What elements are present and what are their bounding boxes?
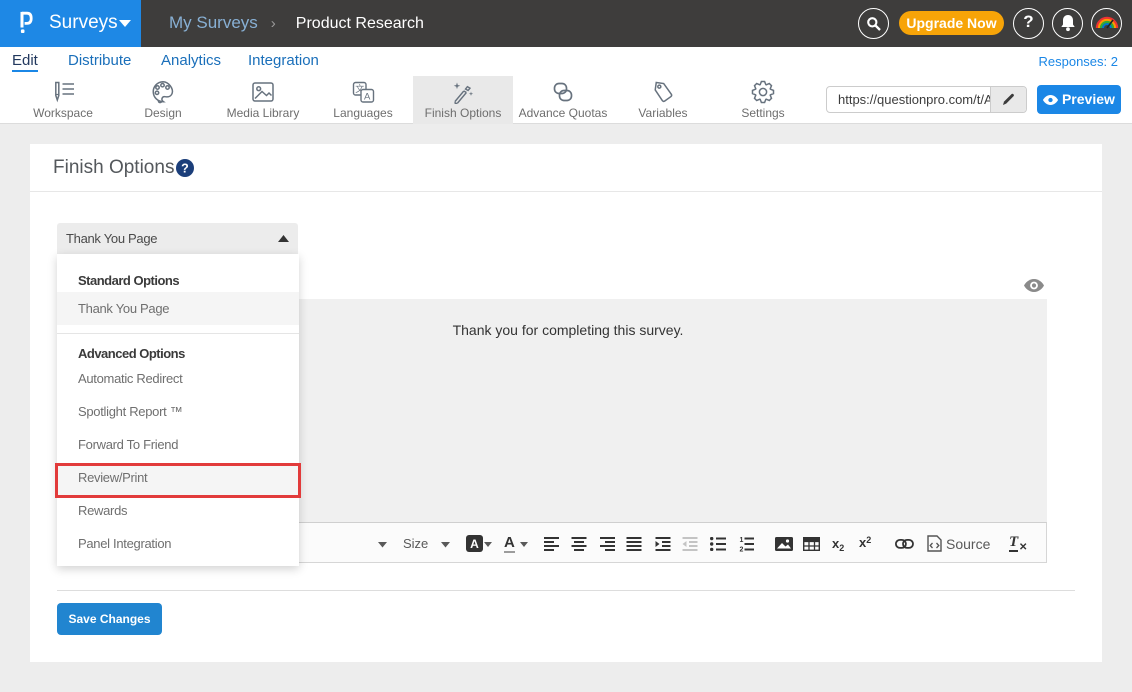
svg-text:2: 2 <box>740 547 744 553</box>
svg-text:?: ? <box>181 161 189 175</box>
svg-text:A: A <box>364 92 371 103</box>
svg-text:A: A <box>470 537 479 551</box>
svg-text:1: 1 <box>740 537 744 544</box>
